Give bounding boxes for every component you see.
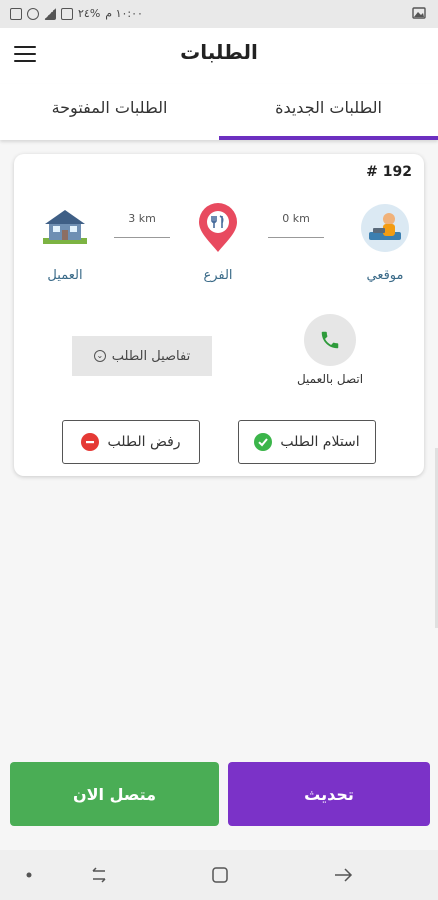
customer-house-icon <box>39 202 91 254</box>
go-online-button[interactable]: متصل الان <box>10 762 219 826</box>
refresh-button[interactable]: تحديث <box>228 762 430 826</box>
active-tab-indicator <box>219 136 438 140</box>
order-number: # 192 <box>366 164 412 180</box>
app-bar: الطلبات <box>0 28 438 84</box>
distance-line <box>268 237 324 238</box>
home-icon[interactable] <box>209 864 231 886</box>
page-title: الطلبات <box>180 40 258 64</box>
back-icon[interactable] <box>332 864 354 886</box>
wifi-icon <box>27 7 39 20</box>
minus-circle-icon <box>81 433 100 451</box>
customer-label: العميل <box>47 268 83 283</box>
order-details-label: تفاصيل الطلب <box>111 348 191 364</box>
status-time: ١٠:٠٠ م <box>105 7 143 20</box>
chevron-down-icon: ⌄ <box>93 350 106 362</box>
branch-label: الفرع <box>203 268 233 283</box>
my-location-avatar-icon <box>359 202 411 254</box>
order-tabs: الطلبات الجديدة الطلبات المفتوحة <box>0 84 438 140</box>
reject-order-button[interactable]: رفض الطلب <box>62 420 200 464</box>
system-nav-bar <box>0 850 438 900</box>
reject-order-label: رفض الطلب <box>107 434 181 450</box>
distance-branch-customer: 3 km <box>114 212 170 238</box>
notification-icon <box>10 7 22 20</box>
distance-me-branch: 0 km <box>268 212 324 238</box>
call-customer-button[interactable] <box>304 314 356 366</box>
call-customer: اتصل بالعميل <box>270 314 390 386</box>
check-circle-icon <box>254 433 273 451</box>
image-icon <box>412 6 426 23</box>
accept-order-label: استلام الطلب <box>280 434 360 450</box>
distance-me-branch-value: 0 km <box>282 212 310 225</box>
distance-branch-customer-value: 3 km <box>128 212 156 225</box>
branch-pin-icon <box>192 202 244 254</box>
status-indicators: ١٠:٠٠ م %٢٤ <box>10 7 143 20</box>
status-battery: %٢٤ <box>78 7 101 20</box>
tab-open-orders[interactable]: الطلبات المفتوحة <box>0 84 219 140</box>
order-details-button[interactable]: تفاصيل الطلب ⌄ <box>72 336 212 376</box>
signal-icon <box>44 7 56 20</box>
nav-dot-icon[interactable] <box>18 864 40 886</box>
phone-icon <box>321 331 339 349</box>
accept-order-button[interactable]: استلام الطلب <box>238 420 376 464</box>
status-bar: ١٠:٠٠ م %٢٤ <box>0 0 438 28</box>
my-location-label: موقعي <box>366 268 404 283</box>
stop-branch: الفرع <box>183 202 253 283</box>
tab-new-orders[interactable]: الطلبات الجديدة <box>219 84 438 140</box>
stop-customer: العميل <box>30 202 100 283</box>
battery-icon <box>61 7 73 20</box>
order-card: # 192 موقعي 0 km الفرع 3 km العميل اتصل … <box>14 154 424 476</box>
stop-my-location: موقعي <box>350 202 420 283</box>
distance-line <box>114 237 170 238</box>
call-customer-label: اتصل بالعميل <box>296 372 364 386</box>
recent-apps-icon[interactable] <box>88 864 110 886</box>
